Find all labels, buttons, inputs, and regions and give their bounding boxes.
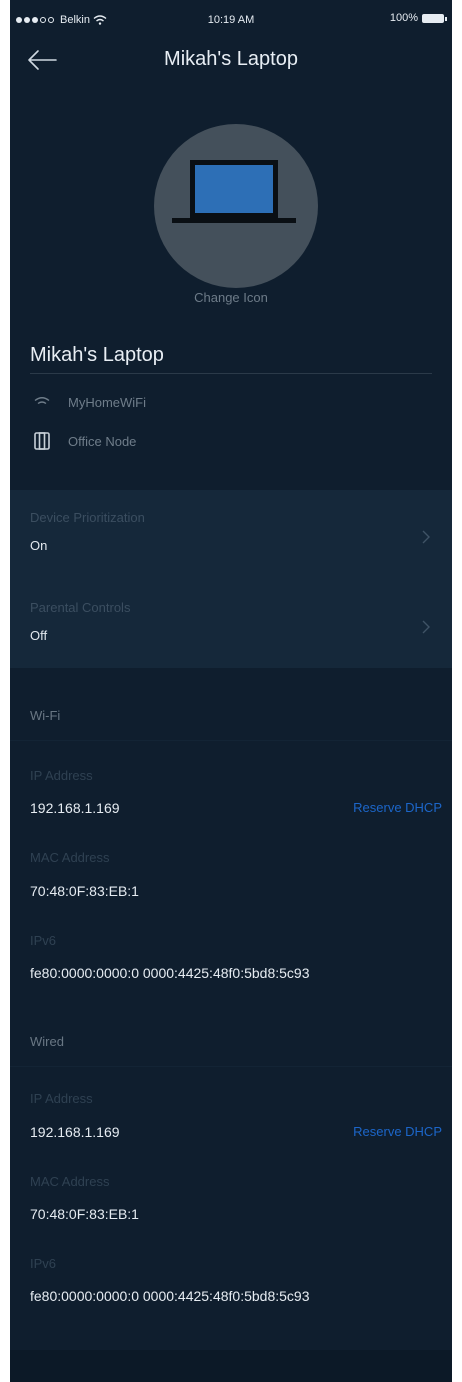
wired-ipv6-value: fe80:0000:0000:0 0000:4425:48f0:5bd8:5c9…: [30, 1288, 310, 1304]
wired-mac-label: MAC Address: [30, 1174, 110, 1189]
device-name-underline: [30, 373, 432, 374]
network-name: MyHomeWiFi: [68, 394, 146, 410]
section-divider: [10, 1066, 452, 1067]
wired-ipv6-label: IPv6: [30, 1256, 57, 1271]
device-prioritization-row[interactable]: Device Prioritization On: [30, 510, 432, 570]
status-time: 10:19 AM: [207, 14, 255, 26]
device-details-screen: Belkin 10:19 AM 100% Mikah's Laptop Chan…: [10, 0, 452, 1382]
chevron-right-icon: [422, 530, 430, 544]
setting-value: On: [30, 538, 48, 553]
wifi-icon: [30, 393, 54, 411]
wifi-mac-label: MAC Address: [30, 850, 110, 865]
wifi-ip-value: 192.168.1.169: [30, 800, 120, 816]
setting-label: Parental Controls: [30, 600, 131, 615]
settings-panel: Device Prioritization On Parental Contro…: [10, 490, 452, 668]
wired-reserve-dhcp-link[interactable]: Reserve DHCP: [353, 1124, 442, 1139]
setting-value: Off: [30, 628, 48, 643]
header: Mikah's Laptop: [10, 40, 452, 80]
wifi-mac-value: 70:48:0F:83:EB:1: [30, 883, 139, 899]
node-row: Office Node: [30, 432, 136, 450]
chevron-right-icon: [422, 620, 430, 634]
wired-ip-label: IP Address: [30, 1091, 93, 1106]
battery-icon: [422, 13, 447, 23]
battery-percent: 100%: [389, 12, 418, 24]
wifi-ipv6-value: fe80:0000:0000:0 0000:4425:48f0:5bd8:5c9…: [30, 965, 310, 981]
laptop-icon: [172, 160, 296, 223]
wifi-section-label: Wi-Fi: [30, 708, 61, 723]
status-bar: Belkin 10:19 AM 100%: [10, 0, 452, 36]
battery-status: 100%: [389, 12, 447, 24]
setting-label: Device Prioritization: [30, 510, 145, 525]
node-name: Office Node: [68, 433, 137, 449]
device-avatar[interactable]: [154, 124, 318, 288]
wifi-reserve-dhcp-link[interactable]: Reserve DHCP: [353, 800, 442, 815]
wired-section-label: Wired: [30, 1034, 64, 1049]
network-row: MyHomeWiFi: [30, 393, 146, 411]
change-icon-link[interactable]: Change Icon: [10, 290, 452, 305]
wired-mac-value: 70:48:0F:83:EB:1: [30, 1206, 139, 1222]
parental-controls-row[interactable]: Parental Controls Off: [30, 600, 432, 660]
wifi-ipv6-label: IPv6: [30, 933, 57, 948]
bottom-bar: [10, 1350, 452, 1382]
wired-ip-value: 192.168.1.169: [30, 1124, 120, 1140]
page-title: Mikah's Laptop: [164, 48, 298, 70]
section-divider: [10, 740, 452, 741]
node-icon: [30, 432, 54, 450]
wifi-ip-label: IP Address: [30, 768, 93, 783]
device-name-field[interactable]: Mikah's Laptop: [30, 344, 164, 367]
